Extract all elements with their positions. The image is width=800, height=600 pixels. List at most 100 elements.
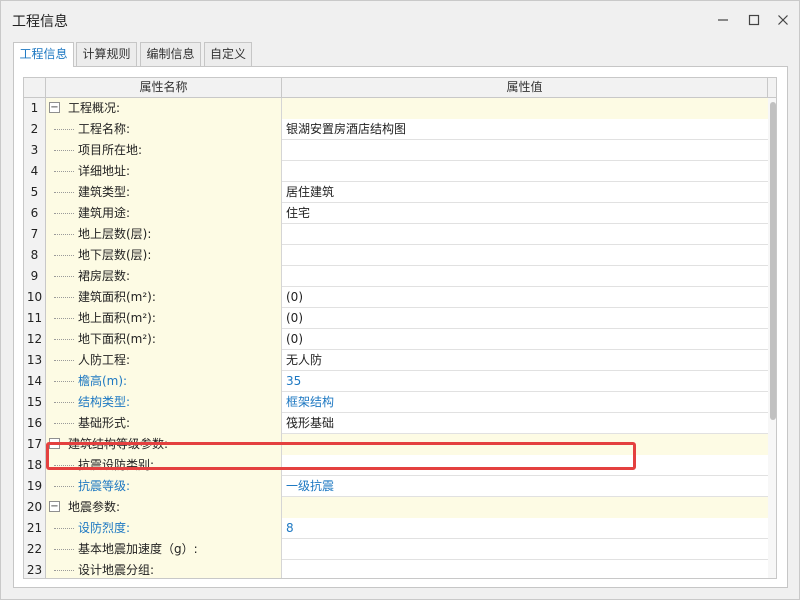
property-value-cell[interactable]: (0) <box>282 287 768 308</box>
row-number: 22 <box>24 539 46 560</box>
property-name-cell[interactable]: 檐高(m): <box>46 371 282 392</box>
property-value-cell[interactable]: 筏形基础 <box>282 413 768 434</box>
property-value-cell[interactable] <box>282 497 768 518</box>
property-name-cell[interactable]: 基础形式: <box>46 413 282 434</box>
table-row[interactable]: 13 人防工程: 无人防 <box>24 350 776 371</box>
property-name-cell[interactable]: − 建筑结构等级参数: <box>46 434 282 455</box>
table-row[interactable]: 22 基本地震加速度（g）: <box>24 539 776 560</box>
property-name-cell[interactable]: 地上层数(层): <box>46 224 282 245</box>
property-name-cell[interactable]: − 工程概况: <box>46 98 282 119</box>
property-name-cell[interactable]: 结构类型: <box>46 392 282 413</box>
property-value-cell[interactable] <box>282 161 768 182</box>
property-name-cell[interactable]: 建筑类型: <box>46 182 282 203</box>
property-label: 地下层数(层): <box>78 248 152 262</box>
tree-connector <box>54 234 74 235</box>
tab-compile-info[interactable]: 编制信息 <box>140 42 201 66</box>
vertical-scrollbar[interactable] <box>768 98 776 578</box>
property-value-cell[interactable] <box>282 455 768 476</box>
table-group-row[interactable]: 20− 地震参数: <box>24 497 776 518</box>
property-value-cell[interactable] <box>282 224 768 245</box>
property-value-cell[interactable] <box>282 539 768 560</box>
row-number: 21 <box>24 518 46 539</box>
property-label: 设防烈度: <box>78 521 131 535</box>
property-value-cell[interactable] <box>282 98 768 119</box>
close-icon[interactable] <box>773 10 793 30</box>
table-row[interactable]: 2 工程名称: 银湖安置房酒店结构图 <box>24 119 776 140</box>
table-row[interactable]: 23 设计地震分组: <box>24 560 776 578</box>
property-value-cell[interactable]: 一级抗震 <box>282 476 768 497</box>
table-row[interactable]: 9 裙房层数: <box>24 266 776 287</box>
group-label: 建筑结构等级参数: <box>68 437 169 451</box>
row-number: 15 <box>24 392 46 413</box>
tree-connector <box>54 129 74 130</box>
property-name-cell[interactable]: 基本地震加速度（g）: <box>46 539 282 560</box>
property-value-cell[interactable] <box>282 560 768 578</box>
property-name-cell[interactable]: 裙房层数: <box>46 266 282 287</box>
collapse-icon[interactable]: − <box>49 438 60 449</box>
property-name-cell[interactable]: 人防工程: <box>46 350 282 371</box>
minimize-icon[interactable] <box>713 10 733 30</box>
property-name-cell[interactable]: 项目所在地: <box>46 140 282 161</box>
table-row[interactable]: 15 结构类型: 框架结构 <box>24 392 776 413</box>
property-value-cell[interactable] <box>282 245 768 266</box>
row-number: 18 <box>24 455 46 476</box>
tab-calc-rules[interactable]: 计算规则 <box>76 42 137 66</box>
table-row[interactable]: 4 详细地址: <box>24 161 776 182</box>
table-row[interactable]: 19 抗震等级: 一级抗震 <box>24 476 776 497</box>
property-value-header[interactable]: 属性值 <box>282 78 768 98</box>
property-value-cell[interactable] <box>282 434 768 455</box>
property-name-cell[interactable]: 抗震等级: <box>46 476 282 497</box>
table-row[interactable]: 12 地下面积(m²): (0) <box>24 329 776 350</box>
tab-project-info[interactable]: 工程信息 <box>13 42 74 67</box>
row-number: 14 <box>24 371 46 392</box>
property-name-cell[interactable]: 建筑面积(m²): <box>46 287 282 308</box>
property-value-cell[interactable]: 居住建筑 <box>282 182 768 203</box>
table-row[interactable]: 21 设防烈度: 8 <box>24 518 776 539</box>
table-row[interactable]: 16 基础形式: 筏形基础 <box>24 413 776 434</box>
table-row[interactable]: 10 建筑面积(m²): (0) <box>24 287 776 308</box>
property-value-cell[interactable] <box>282 266 768 287</box>
collapse-icon[interactable]: − <box>49 102 60 113</box>
property-name-cell[interactable]: 建筑用途: <box>46 203 282 224</box>
title-bar[interactable]: 工程信息 <box>1 1 799 39</box>
property-value-cell[interactable]: 银湖安置房酒店结构图 <box>282 119 768 140</box>
property-name-cell[interactable]: 地下面积(m²): <box>46 329 282 350</box>
property-name-cell[interactable]: 地下层数(层): <box>46 245 282 266</box>
table-row[interactable]: 6 建筑用途: 住宅 <box>24 203 776 224</box>
property-value-cell[interactable]: 框架结构 <box>282 392 768 413</box>
tree-connector <box>54 549 74 550</box>
property-value-cell[interactable]: 住宅 <box>282 203 768 224</box>
table-row[interactable]: 8 地下层数(层): <box>24 245 776 266</box>
property-name-cell[interactable]: 详细地址: <box>46 161 282 182</box>
tree-connector <box>54 402 74 403</box>
table-row[interactable]: 3 项目所在地: <box>24 140 776 161</box>
property-name-header[interactable]: 属性名称 <box>46 78 282 98</box>
table-row[interactable]: 5 建筑类型: 居住建筑 <box>24 182 776 203</box>
property-name-cell[interactable]: 抗震设防类别: <box>46 455 282 476</box>
property-name-cell[interactable]: 设防烈度: <box>46 518 282 539</box>
property-name-cell[interactable]: − 地震参数: <box>46 497 282 518</box>
scrollbar-thumb[interactable] <box>770 102 776 420</box>
property-value-cell[interactable]: (0) <box>282 308 768 329</box>
property-name-cell[interactable]: 地上面积(m²): <box>46 308 282 329</box>
table-row[interactable]: 18 抗震设防类别: <box>24 455 776 476</box>
property-value-cell[interactable]: 无人防 <box>282 350 768 371</box>
table-row[interactable]: 14 檐高(m): 35 <box>24 371 776 392</box>
property-value-cell[interactable]: 8 <box>282 518 768 539</box>
tab-custom[interactable]: 自定义 <box>204 42 252 66</box>
property-label: 结构类型: <box>78 395 131 409</box>
table-row[interactable]: 7 地上层数(层): <box>24 224 776 245</box>
property-value-cell[interactable]: (0) <box>282 329 768 350</box>
row-number: 19 <box>24 476 46 497</box>
property-value-cell[interactable]: 35 <box>282 371 768 392</box>
maximize-icon[interactable] <box>744 10 764 30</box>
property-name-cell[interactable]: 工程名称: <box>46 119 282 140</box>
collapse-icon[interactable]: − <box>49 501 60 512</box>
window-title: 工程信息 <box>12 14 68 30</box>
table-group-row[interactable]: 17− 建筑结构等级参数: <box>24 434 776 455</box>
table-row[interactable]: 11 地上面积(m²): (0) <box>24 308 776 329</box>
table-group-row[interactable]: 1− 工程概况: <box>24 98 776 119</box>
project-info-dialog: 工程信息 工程信息 计算规则 编制信息 自定义 属性名称 属性值 1− 工程概况:… <box>0 0 800 600</box>
property-value-cell[interactable] <box>282 140 768 161</box>
property-name-cell[interactable]: 设计地震分组: <box>46 560 282 578</box>
